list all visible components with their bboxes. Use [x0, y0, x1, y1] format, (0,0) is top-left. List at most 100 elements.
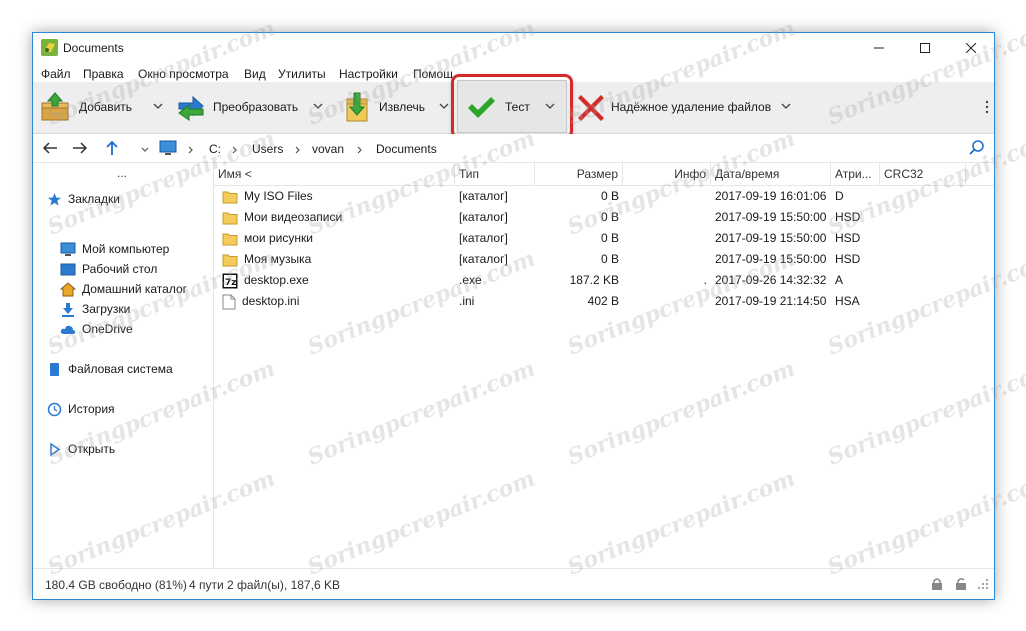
cell-size: 402 B — [587, 294, 619, 308]
cell-attributes: HSD — [835, 252, 861, 266]
sidebar-item-label: Загрузки — [82, 302, 131, 316]
sidebar-item-onedrive[interactable]: OneDrive — [60, 320, 133, 338]
table-row[interactable]: 7z desktop.exe .exe 187.2 KB. 2017-09-26 14:… — [214, 270, 994, 291]
close-button[interactable] — [948, 33, 994, 63]
forward-arrow-icon[interactable] — [71, 139, 89, 157]
folder-icon — [222, 211, 238, 225]
breadcrumb-users[interactable]: Users — [252, 142, 283, 156]
convert-icon — [178, 95, 204, 121]
up-arrow-icon[interactable] — [103, 139, 121, 157]
resize-grip-icon[interactable] — [976, 577, 990, 591]
cell-attributes: D — [835, 189, 844, 203]
extract-button[interactable]: Извлечь — [341, 90, 451, 124]
cell-datetime: 2017-09-19 15:50:00 — [715, 231, 827, 245]
file-name: desktop.ini — [242, 294, 300, 308]
sidebar-history[interactable]: История — [47, 400, 115, 418]
chevron-down-icon[interactable] — [439, 101, 449, 111]
cell-name: мои рисунки — [218, 228, 455, 249]
sidebar-item-my-computer[interactable]: Мой компьютер — [60, 240, 169, 258]
cell-name: 7z desktop.exe — [218, 270, 455, 291]
chevron-down-icon[interactable] — [153, 101, 163, 111]
column-info[interactable]: Инфо — [623, 163, 711, 185]
sidebar-open[interactable]: Открыть — [47, 440, 115, 458]
cell-type: [каталог] — [459, 252, 508, 266]
breadcrumb-drive[interactable]: C: — [209, 142, 221, 156]
more-options-icon[interactable] — [984, 99, 990, 115]
home-icon — [60, 281, 76, 296]
convert-button[interactable]: Преобразовать — [175, 90, 325, 124]
cell-name: Моя музыка — [218, 249, 455, 270]
sidebar-filesystem[interactable]: Файловая система — [47, 360, 173, 378]
menu-edit[interactable]: Правка — [83, 67, 124, 81]
sidebar-item-label: OneDrive — [82, 322, 133, 336]
chevron-down-icon[interactable] — [313, 101, 323, 111]
column-size[interactable]: Размер — [535, 163, 623, 185]
cell-datetime: 2017-09-19 21:14:50 — [715, 294, 827, 308]
chevron-right-icon[interactable] — [187, 146, 195, 154]
chevron-down-icon[interactable] — [141, 146, 149, 154]
cell-name: My ISO Files — [218, 186, 455, 207]
minimize-button[interactable] — [856, 33, 902, 63]
maximize-button[interactable] — [902, 33, 948, 63]
cell-datetime: 2017-09-19 16:01:06 — [715, 189, 827, 203]
cell-attributes: HSA — [835, 294, 860, 308]
menu-file[interactable]: Файл — [41, 67, 71, 81]
table-row[interactable]: My ISO Files [каталог] 0 B 2017-09-19 16:01… — [214, 186, 994, 207]
search-icon[interactable] — [968, 139, 986, 157]
chevron-right-icon[interactable] — [231, 146, 239, 154]
download-arrow-icon — [62, 302, 74, 317]
secure-delete-button[interactable]: Надёжное удаление файлов — [573, 90, 793, 124]
menu-help[interactable]: Помощ — [413, 67, 453, 81]
menu-view-window[interactable]: Окно просмотра — [138, 67, 229, 81]
sidebar-item-desktop[interactable]: Рабочий стол — [60, 260, 157, 278]
breadcrumb-documents[interactable]: Documents — [376, 142, 437, 156]
sidebar-filesystem-label: Файловая система — [68, 362, 173, 376]
clock-icon — [47, 402, 62, 416]
table-row[interactable]: мои рисунки [каталог] 0 B 2017-09-19 15:50:… — [214, 228, 994, 249]
file-name: desktop.exe — [244, 273, 309, 287]
lock-icon[interactable] — [930, 577, 944, 591]
chevron-down-icon[interactable] — [781, 101, 791, 111]
sidebar: ... Закладки Мой компьютер Рабочий стол … — [33, 163, 214, 568]
cell-size: 0 B — [600, 189, 619, 203]
menu-tools[interactable]: Утилиты — [278, 67, 326, 81]
breadcrumb-vovan[interactable]: vovan — [312, 142, 344, 156]
highlight-frame — [451, 74, 573, 139]
table-row[interactable]: Мои видеозаписи [каталог] 0 B 2017-09-19 15… — [214, 207, 994, 228]
table-row[interactable]: desktop.ini .ini 402 B 2017-09-19 21:14:50 H… — [214, 291, 994, 312]
cell-type: [каталог] — [459, 189, 508, 203]
star-icon — [48, 192, 61, 206]
column-datetime[interactable]: Дата/время — [711, 163, 831, 185]
column-type[interactable]: Тип — [455, 163, 535, 185]
folder-icon — [222, 253, 238, 267]
sidebar-item-home[interactable]: Домашний каталог — [60, 280, 187, 298]
sidebar-item-label: Мой компьютер — [82, 242, 170, 256]
play-triangle-icon — [50, 442, 61, 456]
title-bar[interactable]: Documents — [33, 33, 994, 63]
cell-info — [623, 249, 711, 270]
svg-text:7z: 7z — [225, 278, 237, 288]
menu-settings[interactable]: Настройки — [339, 67, 398, 81]
cell-attributes: A — [835, 273, 844, 287]
address-bar: C: Users vovan Documents — [33, 134, 994, 163]
cell-info — [623, 207, 711, 228]
chevron-right-icon[interactable] — [356, 146, 364, 154]
sidebar-history-label: История — [68, 402, 115, 416]
back-arrow-icon[interactable] — [41, 139, 59, 157]
chevron-right-icon[interactable] — [294, 146, 302, 154]
cell-size: 0 B — [600, 231, 619, 245]
sidebar-collapse-dots[interactable]: ... — [117, 166, 127, 180]
column-attributes[interactable]: Атри... — [831, 163, 880, 185]
cell-size: 187.2 KB — [569, 273, 619, 287]
file-name: My ISO Files — [244, 189, 313, 203]
unlock-icon[interactable] — [954, 577, 968, 591]
add-button[interactable]: Добавить — [39, 90, 163, 124]
column-name[interactable]: Имя < — [214, 163, 455, 185]
column-crc32[interactable]: CRC32 — [880, 163, 966, 185]
menu-view[interactable]: Вид — [244, 67, 266, 81]
table-row[interactable]: Моя музыка [каталог] 0 B 2017-09-19 15:50:0… — [214, 249, 994, 270]
sidebar-bookmarks[interactable]: Закладки — [47, 190, 120, 208]
add-label: Добавить — [79, 100, 133, 114]
sidebar-item-downloads[interactable]: Загрузки — [60, 300, 130, 318]
folder-icon — [222, 232, 238, 246]
